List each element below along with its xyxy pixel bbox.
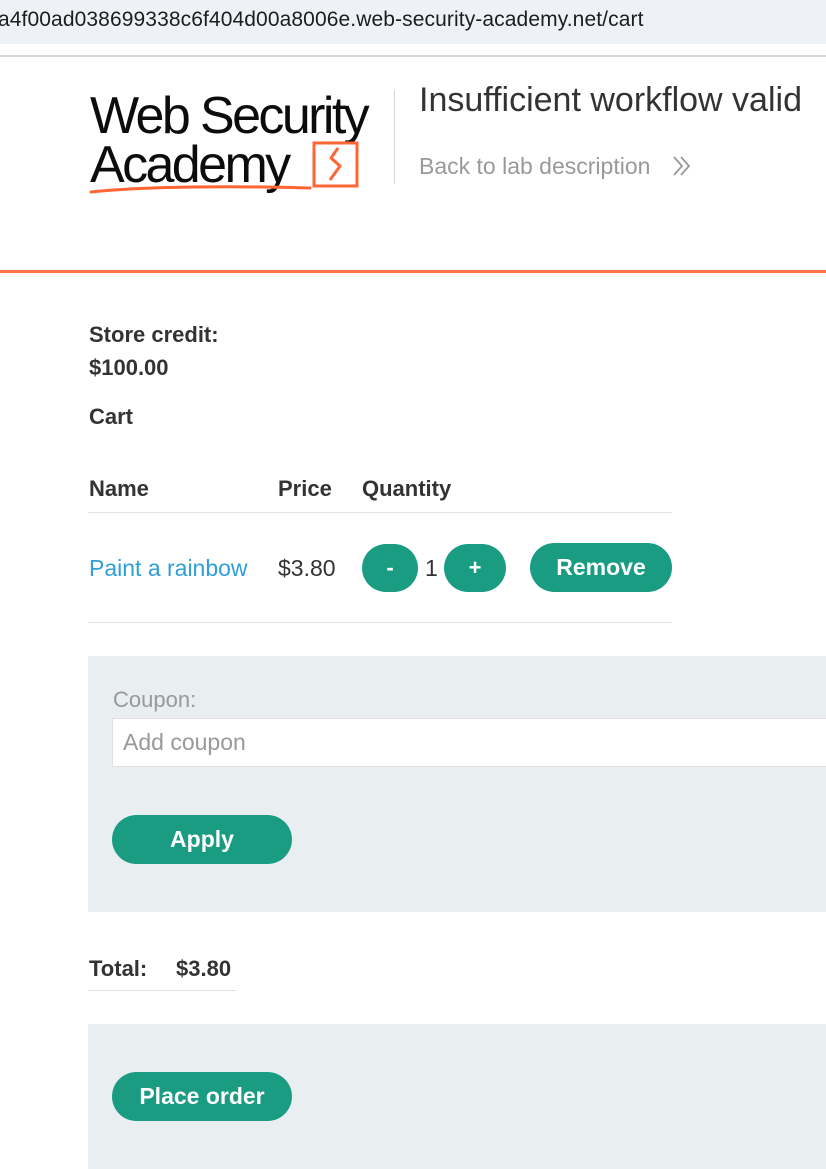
column-header-quantity: Quantity — [362, 476, 452, 501]
coupon-label: Coupon: — [113, 687, 197, 712]
product-price: $3.80 — [278, 555, 336, 581]
total-divider — [88, 990, 236, 991]
header-divider — [394, 90, 395, 184]
product-link[interactable]: Paint a rainbow — [89, 555, 248, 582]
increase-quantity-button[interactable]: + — [444, 544, 506, 592]
table-header-divider — [88, 512, 672, 513]
quantity-value: 1 — [425, 555, 438, 581]
column-header-name: Name — [89, 476, 149, 501]
store-credit-label: Store credit: — [89, 322, 219, 347]
coupon-input[interactable] — [112, 718, 826, 767]
url-text[interactable]: a4f00ad038699338c6f404d00a8006e.web-secu… — [0, 8, 644, 32]
lab-title: Insufficient workflow valid — [419, 81, 802, 119]
decrease-quantity-button[interactable]: - — [362, 544, 418, 592]
remove-item-button[interactable]: Remove — [530, 543, 672, 592]
column-header-price: Price — [278, 476, 332, 501]
cart-heading: Cart — [89, 404, 134, 429]
back-to-lab-description-link[interactable]: Back to lab description — [419, 153, 650, 180]
apply-coupon-button[interactable]: Apply — [112, 815, 292, 864]
double-chevron-right-icon[interactable] — [670, 154, 694, 178]
place-order-button[interactable]: Place order — [112, 1072, 292, 1121]
table-row-divider — [88, 622, 672, 623]
web-security-academy-logo[interactable]: Web Security Academy — [88, 86, 394, 198]
header-accent-line — [0, 270, 826, 273]
logo-lightning-icon — [89, 141, 359, 194]
coupon-panel — [88, 656, 826, 912]
total-value: $3.80 — [176, 956, 232, 981]
browser-address-bar[interactable]: a4f00ad038699338c6f404d00a8006e.web-secu… — [0, 0, 826, 44]
total-label: Total: — [89, 956, 148, 981]
header-top-divider — [0, 55, 826, 57]
store-credit-value: $100.00 — [89, 355, 169, 380]
